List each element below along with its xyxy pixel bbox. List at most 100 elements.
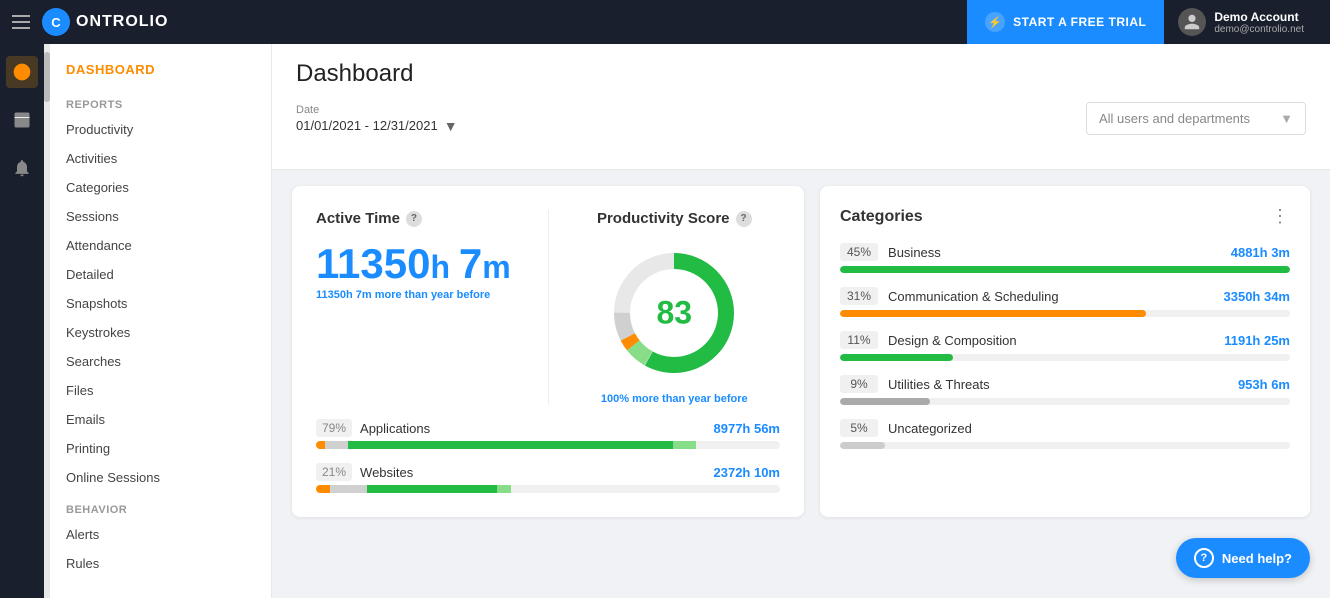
productivity-score-section: Productivity Score ?: [548, 210, 781, 405]
category-bar-track: [840, 398, 1290, 405]
sidebar-item-dashboard[interactable]: DASHBOARD: [50, 52, 271, 87]
sidebar-behavior-label: BEHAVIOR: [50, 492, 271, 520]
date-filter-row: Date 01/01/2021 - 12/31/2021 ▼ All users…: [296, 102, 1306, 135]
date-selector[interactable]: 01/01/2021 - 12/31/2021 ▼: [296, 118, 458, 134]
sidebar-item-alerts[interactable]: Alerts: [50, 520, 271, 549]
logo-text: ONTROLIO: [76, 13, 168, 31]
sidebar-items: DASHBOARD REPORTS Productivity Activitie…: [50, 44, 271, 598]
main-layout: DASHBOARD REPORTS Productivity Activitie…: [0, 44, 1330, 598]
category-name: Business: [888, 245, 1221, 260]
sidebar-item-activities[interactable]: Activities: [50, 144, 271, 173]
sidebar-item-sessions[interactable]: Sessions: [50, 202, 271, 231]
sidebar-item-snapshots[interactable]: Snapshots: [50, 289, 271, 318]
sidebar-item-categories[interactable]: Categories: [50, 173, 271, 202]
sidebar-item-keystrokes[interactable]: Keystrokes: [50, 318, 271, 347]
websites-label: Websites: [360, 465, 413, 480]
sidebar-item-detailed[interactable]: Detailed: [50, 260, 271, 289]
category-bar-fill: [840, 398, 930, 405]
trial-button[interactable]: ⚡ START A FREE TRIAL: [967, 0, 1164, 44]
sidebar-item-productivity[interactable]: Productivity: [50, 115, 271, 144]
active-time-value: 11350h 7m: [316, 243, 528, 285]
category-name: Uncategorized: [888, 421, 1280, 436]
logo-icon: C: [42, 8, 70, 36]
nav-right: ⚡ START A FREE TRIAL Demo Account demo@c…: [967, 0, 1318, 44]
metrics-card: Active Time ? 11350h 7m 11350h 7m more t…: [292, 186, 804, 517]
sidebar-icons: [0, 44, 44, 598]
websites-pct: 21%: [316, 463, 352, 481]
metrics-row: Active Time ? 11350h 7m 11350h 7m more t…: [316, 210, 780, 405]
category-pct: 9%: [840, 375, 878, 393]
active-time-section: Active Time ? 11350h 7m 11350h 7m more t…: [316, 210, 548, 405]
sidebar-item-attendance[interactable]: Attendance: [50, 231, 271, 260]
category-bar-fill: [840, 354, 953, 361]
websites-row: 21% Websites 2372h 10m: [316, 463, 780, 493]
sidebar-item-emails[interactable]: Emails: [50, 405, 271, 434]
categories-list: 45% Business 4881h 3m 31% Communication …: [840, 243, 1290, 449]
sidebar-item-rules[interactable]: Rules: [50, 549, 271, 578]
categories-card: Categories ⋮ 45% Business 4881h 3m 31% C…: [820, 186, 1310, 517]
more-options-icon[interactable]: ⋮: [1271, 206, 1290, 227]
productivity-help-icon[interactable]: ?: [736, 211, 752, 227]
category-name: Communication & Scheduling: [888, 289, 1213, 304]
category-header: 5% Uncategorized: [840, 419, 1290, 437]
category-bar-track: [840, 354, 1290, 361]
category-bar-track: [840, 266, 1290, 273]
category-item: 45% Business 4881h 3m: [840, 243, 1290, 273]
category-pct: 45%: [840, 243, 878, 261]
date-value: 01/01/2021 - 12/31/2021: [296, 118, 438, 133]
sidebar-item-searches[interactable]: Searches: [50, 347, 271, 376]
top-nav: C ONTROLIO ⚡ START A FREE TRIAL Demo Acc…: [0, 0, 1330, 44]
websites-value: 2372h 10m: [714, 465, 781, 480]
page-title: Dashboard: [296, 60, 1306, 88]
applications-value: 8977h 56m: [714, 421, 781, 436]
user-section[interactable]: Demo Account demo@controlio.net: [1164, 8, 1318, 36]
category-item: 11% Design & Composition 1191h 25m: [840, 331, 1290, 361]
category-item: 31% Communication & Scheduling 3350h 34m: [840, 287, 1290, 317]
category-pct: 31%: [840, 287, 878, 305]
sidebar-icon-dashboard[interactable]: [6, 56, 38, 88]
logo: C ONTROLIO: [42, 8, 168, 36]
user-info: Demo Account demo@controlio.net: [1214, 10, 1304, 35]
applications-header: 79% Applications 8977h 56m: [316, 419, 780, 437]
sidebar-item-files[interactable]: Files: [50, 376, 271, 405]
sidebar-icon-alerts[interactable]: [6, 152, 38, 184]
users-dropdown[interactable]: All users and departments ▼: [1086, 102, 1306, 135]
productivity-score-title: Productivity Score ?: [569, 210, 781, 227]
category-time: 4881h 3m: [1231, 245, 1290, 260]
categories-header: Categories ⋮: [840, 206, 1290, 227]
category-item: 5% Uncategorized: [840, 419, 1290, 449]
active-time-help-icon[interactable]: ?: [406, 211, 422, 227]
date-group: Date 01/01/2021 - 12/31/2021 ▼: [296, 104, 458, 134]
nav-left: C ONTROLIO: [12, 8, 168, 36]
category-item: 9% Utilities & Threats 953h 6m: [840, 375, 1290, 405]
active-time-title: Active Time ?: [316, 210, 528, 227]
applications-pct: 79%: [316, 419, 352, 437]
category-bar-fill: [840, 310, 1146, 317]
category-bar-track: [840, 310, 1290, 317]
websites-bar: [316, 485, 780, 493]
date-label: Date: [296, 104, 458, 116]
sidebar-icon-reports[interactable]: [6, 104, 38, 136]
categories-title: Categories: [840, 208, 923, 226]
applications-row: 79% Applications 8977h 56m: [316, 419, 780, 449]
sidebar-item-online-sessions[interactable]: Online Sessions: [50, 463, 271, 492]
user-avatar: [1178, 8, 1206, 36]
category-name: Design & Composition: [888, 333, 1214, 348]
sidebar-reports-label: REPORTS: [50, 87, 271, 115]
category-header: 9% Utilities & Threats 953h 6m: [840, 375, 1290, 393]
user-name: Demo Account: [1214, 10, 1304, 24]
chevron-down-icon: ▼: [444, 118, 458, 134]
websites-header: 21% Websites 2372h 10m: [316, 463, 780, 481]
donut-score: 83: [656, 295, 692, 332]
need-help-button[interactable]: ? Need help?: [1176, 538, 1310, 578]
sidebar: DASHBOARD REPORTS Productivity Activitie…: [44, 44, 272, 598]
category-time: 3350h 34m: [1224, 289, 1291, 304]
category-bar-fill: [840, 266, 1290, 273]
category-pct: 5%: [840, 419, 878, 437]
sidebar-item-printing[interactable]: Printing: [50, 434, 271, 463]
hamburger-menu[interactable]: [12, 15, 30, 29]
applications-label: Applications: [360, 421, 430, 436]
category-bar-fill: [840, 442, 885, 449]
category-time: 953h 6m: [1238, 377, 1290, 392]
donut-chart: 83: [604, 243, 744, 383]
